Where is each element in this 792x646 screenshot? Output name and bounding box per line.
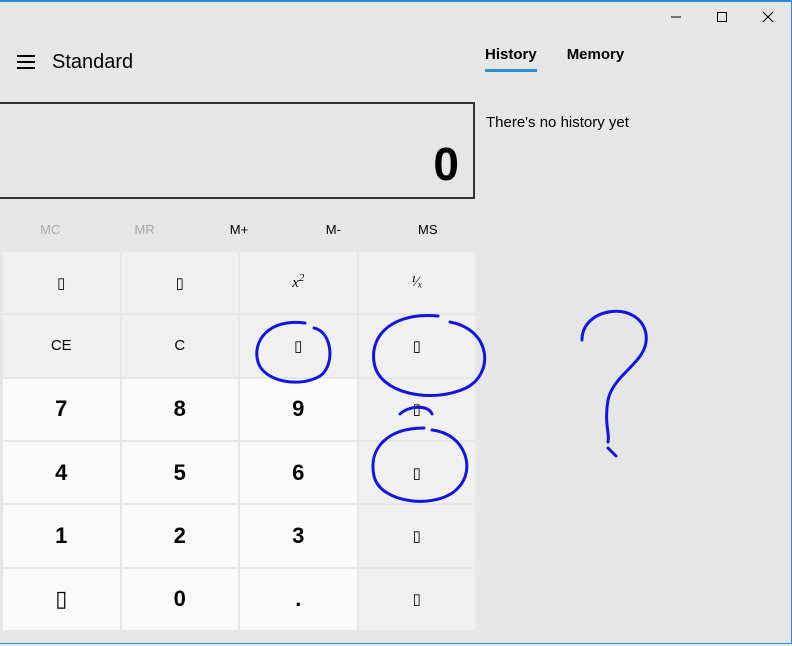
digit-4[interactable]: 4 <box>3 442 120 503</box>
decimal-button[interactable]: . <box>240 569 357 630</box>
mem-mr[interactable]: MR <box>97 206 191 252</box>
display: 0 <box>0 102 475 199</box>
maximize-button[interactable] <box>699 2 745 32</box>
digit-7[interactable]: 7 <box>3 379 120 440</box>
digit-2[interactable]: 2 <box>122 505 239 566</box>
backspace-button[interactable]: ▯ <box>240 315 357 376</box>
header: Standard <box>0 32 791 92</box>
mem-mplus[interactable]: M+ <box>192 206 286 252</box>
digit-8[interactable]: 8 <box>122 379 239 440</box>
hamburger-menu-icon[interactable] <box>0 32 52 92</box>
square-base: x <box>292 275 299 291</box>
negate-button[interactable]: ▯ <box>3 569 120 630</box>
history-empty-text: There's no history yet <box>486 114 629 131</box>
divide-button[interactable]: ▯ <box>359 315 476 376</box>
digit-3[interactable]: 3 <box>240 505 357 566</box>
digit-9[interactable]: 9 <box>240 379 357 440</box>
mode-title: Standard <box>52 51 133 74</box>
reciprocal-button[interactable]: ¹⁄ₓ <box>359 252 476 313</box>
close-button[interactable] <box>745 2 791 32</box>
mem-mminus[interactable]: M- <box>286 206 380 252</box>
digit-1[interactable]: 1 <box>3 505 120 566</box>
ce-button[interactable]: CE <box>3 315 120 376</box>
window-titlebar <box>653 2 791 32</box>
digit-5[interactable]: 5 <box>122 442 239 503</box>
mem-mc[interactable]: MC <box>3 206 97 252</box>
digit-6[interactable]: 6 <box>240 442 357 503</box>
multiply-button[interactable]: ▯ <box>359 379 476 440</box>
memory-row: MC MR M+ M- MS <box>3 206 475 252</box>
percent-button[interactable]: ▯ <box>3 252 120 313</box>
calculator-window: Standard History Memory 0 MC MR M+ M- MS… <box>0 0 792 644</box>
equals-button[interactable]: ▯ <box>359 569 476 630</box>
sidebar-tabs: History Memory <box>485 46 624 72</box>
c-button[interactable]: C <box>122 315 239 376</box>
square-button[interactable]: x2 <box>240 252 357 313</box>
square-exp: 2 <box>299 273 304 284</box>
display-value: 0 <box>433 137 459 191</box>
mem-ms[interactable]: MS <box>381 206 475 252</box>
add-button[interactable]: ▯ <box>359 505 476 566</box>
minimize-button[interactable] <box>653 2 699 32</box>
subtract-button[interactable]: ▯ <box>359 442 476 503</box>
tab-history[interactable]: History <box>485 46 537 72</box>
keypad: ▯ ▯ x2 ¹⁄ₓ CE C ▯ ▯ 7 8 9 ▯ 4 5 6 ▯ 1 2 … <box>3 252 475 630</box>
sqrt-button[interactable]: ▯ <box>122 252 239 313</box>
digit-0[interactable]: 0 <box>122 569 239 630</box>
tab-memory[interactable]: Memory <box>567 46 625 72</box>
